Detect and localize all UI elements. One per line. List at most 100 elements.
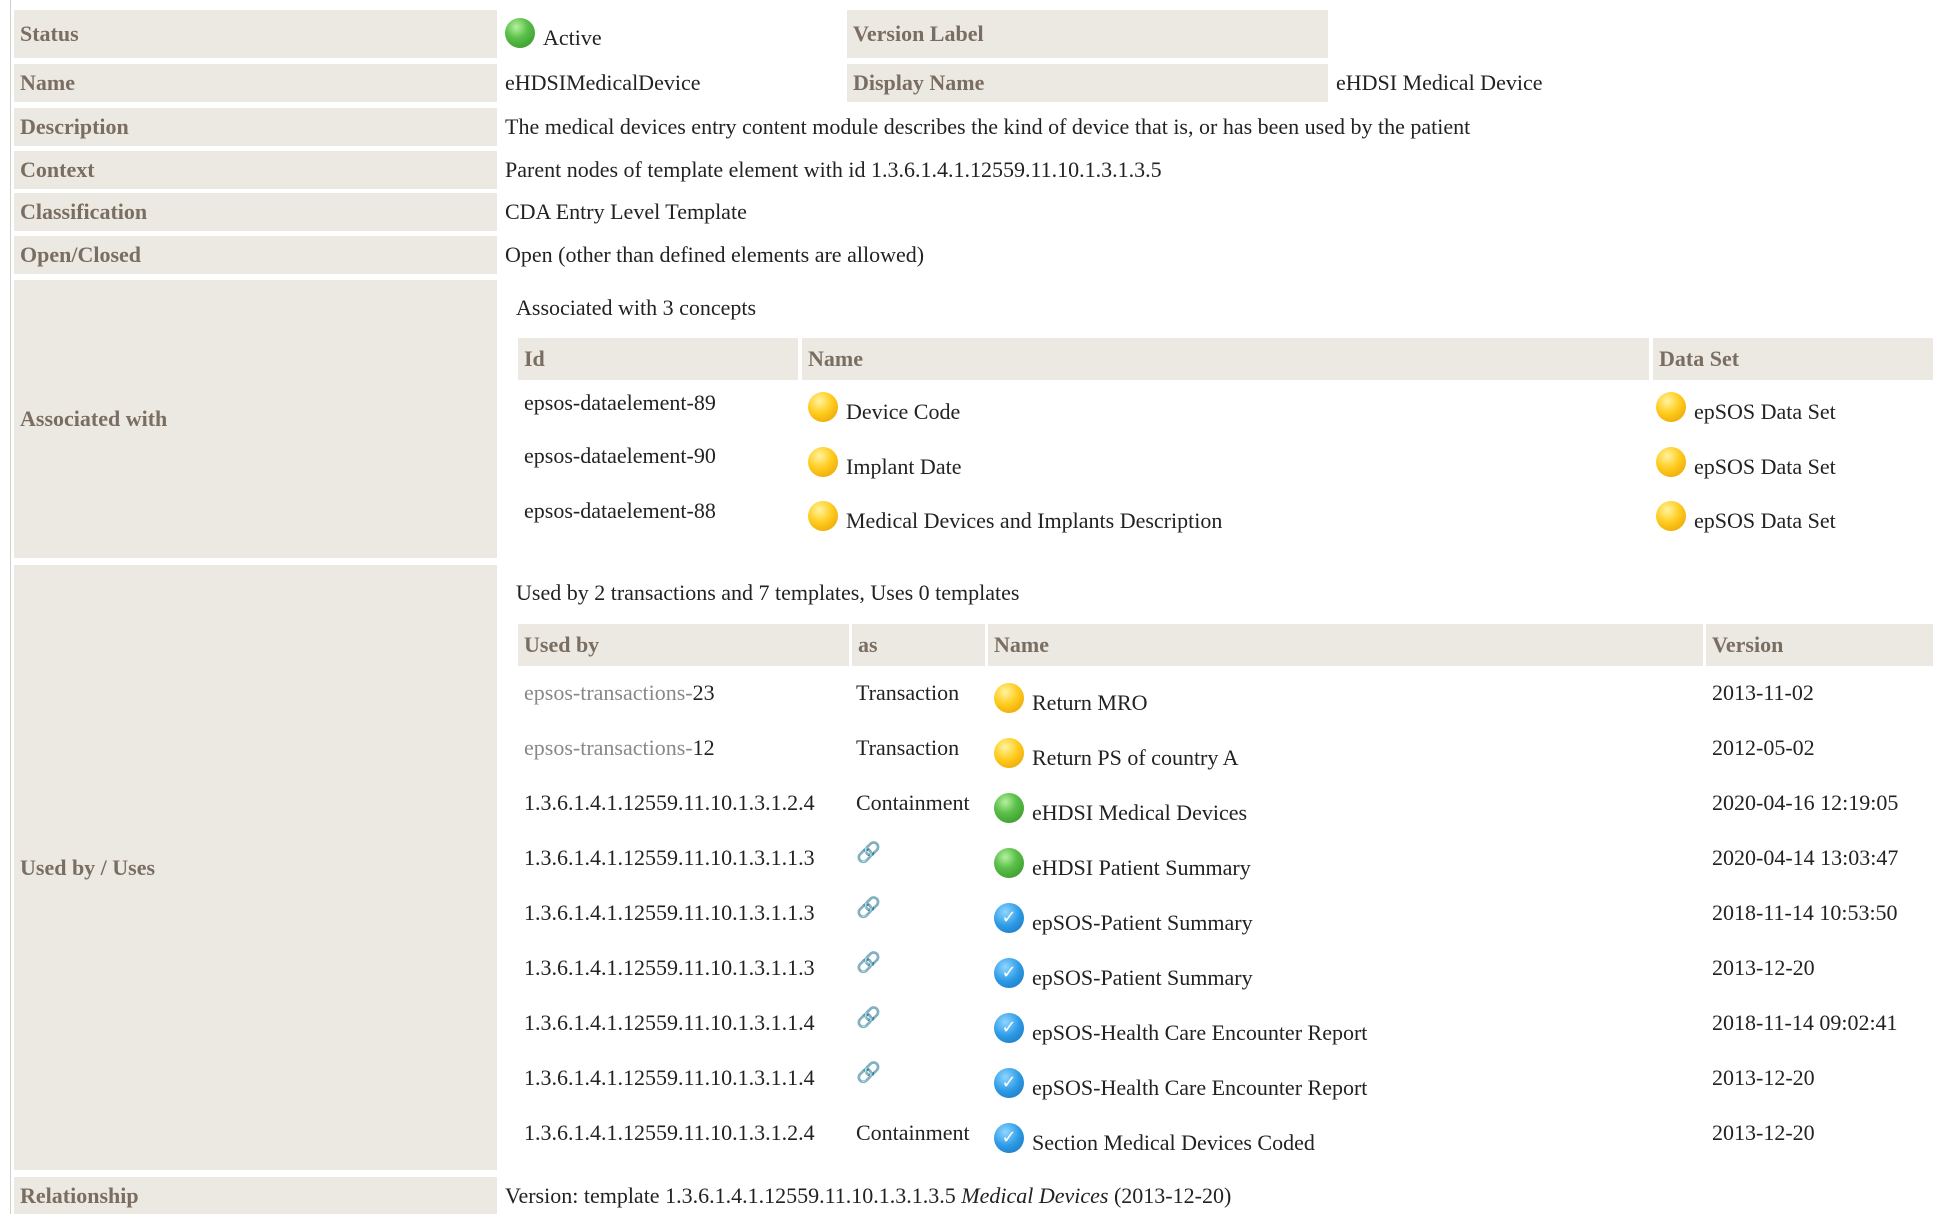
relationship-template-name: Medical Devices <box>961 1182 1109 1208</box>
draft-status-icon <box>1656 392 1686 422</box>
used-by-uses-label: Used by / Uses <box>14 565 497 1170</box>
active-status-icon <box>505 18 535 48</box>
usedby-header-as: as <box>852 624 985 666</box>
usedby-row-name: ✓ Section Medical Devices Coded <box>994 1123 1315 1161</box>
final-check-icon: ✓ <box>994 1123 1024 1153</box>
usedby-row-version: 2013-12-20 <box>1712 1120 1815 1145</box>
usedby-id-text[interactable]: 1.3.6.1.4.1.12559.11.10.1.3.1.1.3 <box>524 900 815 926</box>
assoc-header-dataset: Data Set <box>1653 338 1933 380</box>
associated-summary: Associated with 3 concepts <box>516 295 757 320</box>
link-icon: 🔗 <box>856 1060 881 1084</box>
classification-value: CDA Entry Level Template <box>505 199 747 224</box>
assoc-row-id: epsos-dataelement-90 <box>524 443 716 468</box>
transaction-prefix[interactable]: epsos-transactions- <box>524 680 693 706</box>
assoc-row-dataset: epSOS Data Set <box>1656 501 1836 539</box>
usedby-row-as: Containment <box>856 790 970 815</box>
name-value: eHDSIMedicalDevice <box>505 70 701 95</box>
display-name-value: eHDSI Medical Device <box>1336 70 1543 95</box>
usedby-row-version: 2013-12-20 <box>1712 955 1815 980</box>
usedby-id-text[interactable]: 1.3.6.1.4.1.12559.11.10.1.3.1.2.4 <box>524 790 815 816</box>
context-value: Parent nodes of template element with id… <box>505 157 1162 182</box>
usedby-id-text[interactable]: 1.3.6.1.4.1.12559.11.10.1.3.1.1.3 <box>524 955 815 981</box>
usedby-row-name: ✓ epSOS-Patient Summary <box>994 958 1253 996</box>
display-name-label: Display Name <box>847 64 1328 102</box>
usedby-row-id[interactable]: 1.3.6.1.4.1.12559.11.10.1.3.1.2.4 <box>524 1115 815 1151</box>
draft-status-icon <box>994 683 1024 713</box>
open-closed-label: Open/Closed <box>14 236 497 274</box>
usedby-row-name: Return MRO <box>994 683 1148 721</box>
usedby-row-id[interactable]: 1.3.6.1.4.1.12559.11.10.1.3.1.2.4 <box>524 785 815 821</box>
active-status-icon <box>994 793 1024 823</box>
transaction-prefix[interactable]: epsos-transactions- <box>524 735 693 761</box>
usedby-row-version: 2020-04-14 13:03:47 <box>1712 845 1899 870</box>
associated-with-label: Associated with <box>14 280 497 558</box>
assoc-row-dataset: epSOS Data Set <box>1656 392 1836 430</box>
classification-label: Classification <box>14 193 497 231</box>
relationship-label: Relationship <box>14 1177 497 1214</box>
usedby-header-usedby: Used by <box>518 624 849 666</box>
usedby-row-id[interactable]: epsos-transactions- 23 <box>524 675 715 711</box>
status-value: Active <box>505 14 602 62</box>
usedby-row-as: Containment <box>856 1120 970 1145</box>
open-closed-value: Open (other than defined elements are al… <box>505 242 925 267</box>
name-label: Name <box>14 64 497 102</box>
usedby-row-name: ✓ epSOS-Health Care Encounter Report <box>994 1013 1367 1051</box>
usedby-row-id[interactable]: 1.3.6.1.4.1.12559.11.10.1.3.1.1.3 <box>524 950 815 986</box>
usedby-id-text[interactable]: 1.3.6.1.4.1.12559.11.10.1.3.1.1.3 <box>524 845 815 871</box>
context-label: Context <box>14 151 497 189</box>
final-check-icon: ✓ <box>994 1068 1024 1098</box>
usedby-row-as: Transaction <box>856 680 960 705</box>
usedby-id-text[interactable]: 1.3.6.1.4.1.12559.11.10.1.3.1.2.4 <box>524 1120 815 1146</box>
active-status-icon <box>994 848 1024 878</box>
usedby-row-name: ✓ epSOS-Health Care Encounter Report <box>994 1068 1367 1106</box>
usedby-row-id[interactable]: 1.3.6.1.4.1.12559.11.10.1.3.1.1.3 <box>524 840 815 876</box>
usedby-row-version: 2020-04-16 12:19:05 <box>1712 790 1899 815</box>
version-label-label: Version Label <box>847 10 1328 58</box>
status-label: Status <box>14 10 497 58</box>
usedby-row-version: 2013-11-02 <box>1712 680 1814 705</box>
usedby-row-name: Return PS of country A <box>994 738 1239 776</box>
assoc-row-name: Device Code <box>808 392 960 430</box>
usedby-row-id[interactable]: epsos-transactions- 12 <box>524 730 715 766</box>
usedby-row-version: 2018-11-14 09:02:41 <box>1712 1010 1898 1035</box>
usedby-row-id[interactable]: 1.3.6.1.4.1.12559.11.10.1.3.1.1.4 <box>524 1060 815 1096</box>
description-value: The medical devices entry content module… <box>505 114 1471 139</box>
usedby-id-text[interactable]: 1.3.6.1.4.1.12559.11.10.1.3.1.1.4 <box>524 1065 815 1091</box>
description-label: Description <box>14 108 497 146</box>
link-icon: 🔗 <box>856 950 881 974</box>
usedby-summary: Used by 2 transactions and 7 templates, … <box>516 580 1020 605</box>
assoc-header-name: Name <box>802 338 1649 380</box>
usedby-row-version: 2018-11-14 10:53:50 <box>1712 900 1898 925</box>
usedby-id-text[interactable]: 23 <box>693 680 715 706</box>
draft-status-icon <box>808 392 838 422</box>
usedby-row-name: ✓ epSOS-Patient Summary <box>994 903 1253 941</box>
usedby-row-as: Transaction <box>856 735 960 760</box>
draft-status-icon <box>994 738 1024 768</box>
assoc-row-dataset: epSOS Data Set <box>1656 447 1836 485</box>
draft-status-icon <box>1656 501 1686 531</box>
usedby-row-name: eHDSI Patient Summary <box>994 848 1251 886</box>
usedby-header-version: Version <box>1706 624 1933 666</box>
assoc-row-id: epsos-dataelement-88 <box>524 498 716 523</box>
link-icon: 🔗 <box>856 895 881 919</box>
final-check-icon: ✓ <box>994 958 1024 988</box>
link-icon: 🔗 <box>856 1005 881 1029</box>
usedby-header-name: Name <box>988 624 1703 666</box>
relationship-value: Version: template 1.3.6.1.4.1.12559.11.1… <box>505 1182 1232 1208</box>
usedby-row-version: 2013-12-20 <box>1712 1065 1815 1090</box>
usedby-row-version: 2012-05-02 <box>1712 735 1815 760</box>
final-check-icon: ✓ <box>994 903 1024 933</box>
usedby-row-id[interactable]: 1.3.6.1.4.1.12559.11.10.1.3.1.1.3 <box>524 895 815 931</box>
draft-status-icon <box>1656 447 1686 477</box>
assoc-header-id: Id <box>518 338 798 380</box>
assoc-row-id: epsos-dataelement-89 <box>524 390 716 415</box>
usedby-row-name: eHDSI Medical Devices <box>994 793 1247 831</box>
assoc-row-name: Implant Date <box>808 447 961 485</box>
draft-status-icon <box>808 501 838 531</box>
final-check-icon: ✓ <box>994 1013 1024 1043</box>
usedby-id-text[interactable]: 1.3.6.1.4.1.12559.11.10.1.3.1.1.4 <box>524 1010 815 1036</box>
assoc-row-name: Medical Devices and Implants Description <box>808 501 1222 539</box>
draft-status-icon <box>808 447 838 477</box>
usedby-row-id[interactable]: 1.3.6.1.4.1.12559.11.10.1.3.1.1.4 <box>524 1005 815 1041</box>
usedby-id-text[interactable]: 12 <box>693 735 715 761</box>
